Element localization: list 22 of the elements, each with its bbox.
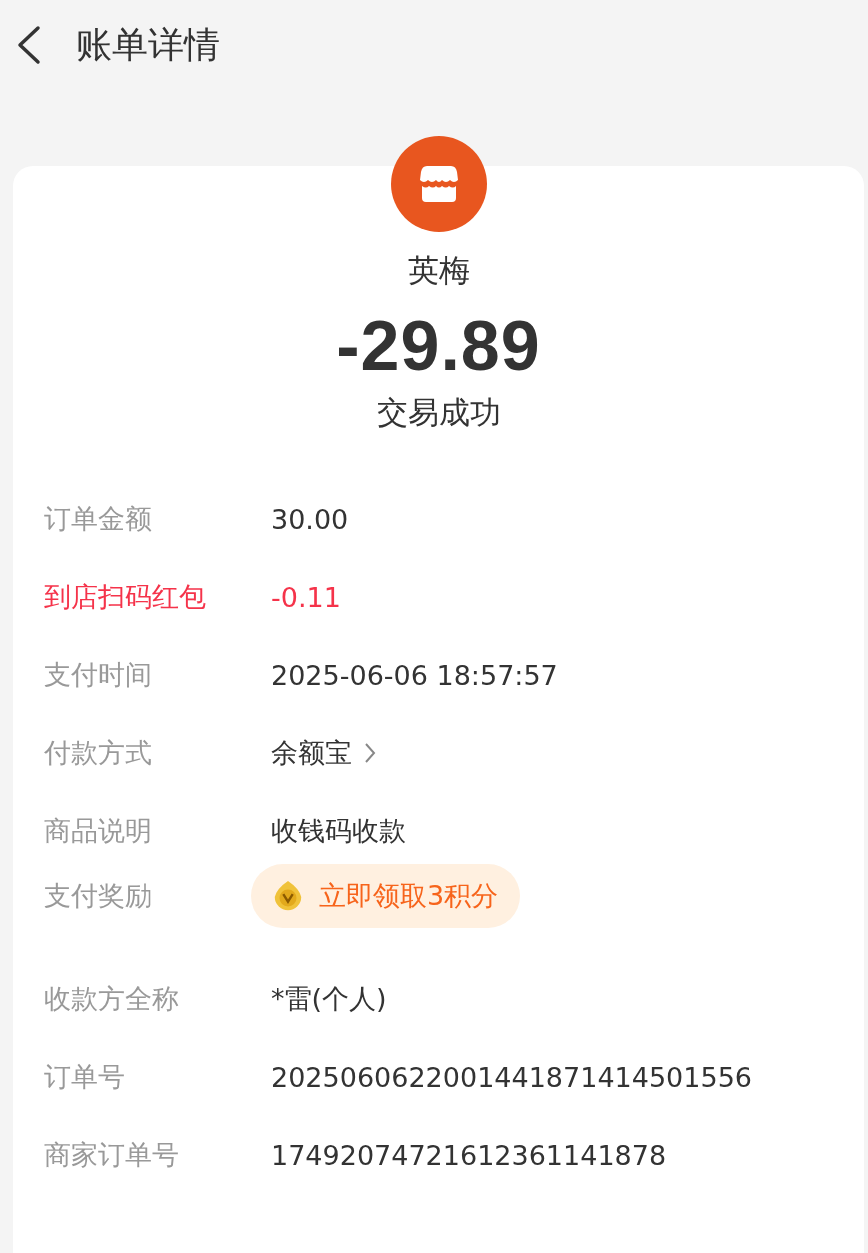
field-value: 2025-06-06 18:57:57 [271,659,558,691]
field-value: 30.00 [271,503,349,535]
field-label: 订单号 [44,1060,126,1094]
field-label: 商家订单号 [44,1138,180,1172]
field-value[interactable]: 余额宝 [271,735,352,771]
chevron-icon [364,742,376,764]
merchant-name: 英梅 [407,251,470,290]
field-label: 商品说明 [44,814,153,848]
page-title: 账单详情 [76,22,220,67]
field-value: 17492074721612361141878 [271,1139,667,1171]
field-label: 付款方式 [44,736,153,770]
field-value: *雷(个人) [271,982,387,1016]
field-label: 支付时间 [44,658,153,692]
field-label: 订单金额 [44,502,153,536]
field-label: 收款方全称 [44,982,180,1016]
field-value: -0.11 [271,581,341,613]
field-value: 收钱码收款 [271,814,406,848]
transaction-status: 交易成功 [376,393,501,432]
field-label: 支付奖励 [44,879,153,913]
field-value: 2025060622001441871414501556 [271,1061,752,1093]
field-label: 到店扫码红包 [44,580,207,614]
amount: -29.89 [336,306,541,386]
